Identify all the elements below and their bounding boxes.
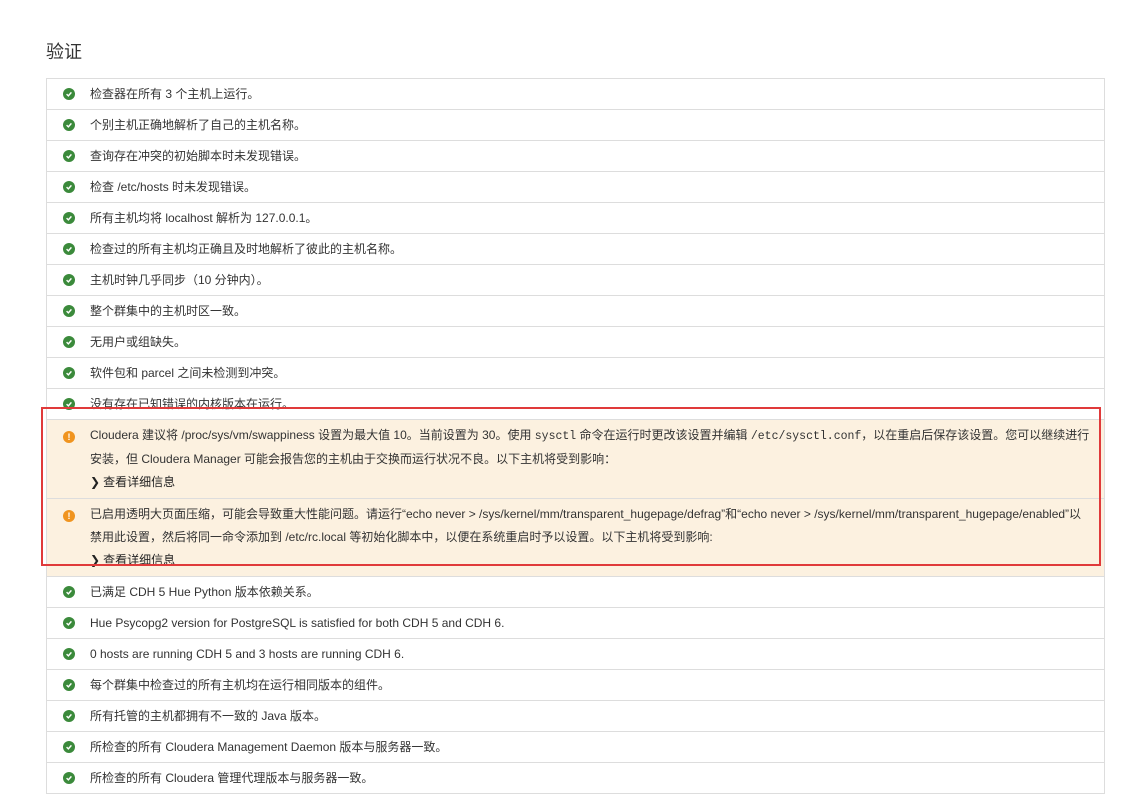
check-circle-icon	[63, 741, 75, 753]
check-row: 所有主机均将 localhost 解析为 127.0.0.1。	[47, 203, 1104, 234]
check-circle-icon	[63, 648, 75, 660]
validation-list: 检查器在所有 3 个主机上运行。 个别主机正确地解析了自己的主机名称。 查询存在…	[46, 78, 1105, 794]
check-circle-icon	[63, 586, 75, 598]
check-circle-icon	[63, 617, 75, 629]
check-circle-icon	[63, 305, 75, 317]
warning-icon: !	[63, 510, 75, 522]
check-circle-icon	[63, 772, 75, 784]
check-circle-icon	[63, 243, 75, 255]
check-row: 已满足 CDH 5 Hue Python 版本依赖关系。	[47, 577, 1104, 608]
check-circle-icon	[63, 181, 75, 193]
check-row: 整个群集中的主机时区一致。	[47, 296, 1104, 327]
check-circle-icon	[63, 274, 75, 286]
check-text: 所有主机均将 localhost 解析为 127.0.0.1。	[90, 211, 318, 225]
page-title: 验证	[46, 42, 82, 62]
check-row: 0 hosts are running CDH 5 and 3 hosts ar…	[47, 639, 1104, 670]
check-row: 个别主机正确地解析了自己的主机名称。	[47, 110, 1104, 141]
chevron-right-icon: ❯	[90, 553, 101, 567]
show-details-link[interactable]: ❯ 查看详细信息	[90, 549, 1090, 572]
check-circle-icon	[63, 150, 75, 162]
show-details-link[interactable]: ❯ 查看详细信息	[90, 471, 1090, 494]
check-text: 0 hosts are running CDH 5 and 3 hosts ar…	[90, 647, 405, 661]
check-row: 每个群集中检查过的所有主机均在运行相同版本的组件。	[47, 670, 1104, 701]
check-row: 检查 /etc/hosts 时未发现错误。	[47, 172, 1104, 203]
check-text: 检查过的所有主机均正确且及时地解析了彼此的主机名称。	[90, 242, 403, 256]
check-text: 整个群集中的主机时区一致。	[90, 304, 247, 318]
check-circle-icon	[63, 367, 75, 379]
check-text: 主机时钟几乎同步（10 分钟内）。	[90, 273, 269, 287]
check-row: 无用户或组缺失。	[47, 327, 1104, 358]
warning-row-swappiness: ! Cloudera 建议将 /proc/sys/vm/swappiness 设…	[47, 420, 1104, 499]
check-row: 检查器在所有 3 个主机上运行。	[47, 79, 1104, 110]
check-circle-icon	[63, 398, 75, 410]
check-text: 查询存在冲突的初始脚本时未发现错误。	[90, 149, 307, 163]
check-text: Hue Psycopg2 version for PostgreSQL is s…	[90, 616, 505, 630]
check-text: 检查 /etc/hosts 时未发现错误。	[90, 180, 257, 194]
check-row: 所有托管的主机都拥有不一致的 Java 版本。	[47, 701, 1104, 732]
check-row: 检查过的所有主机均正确且及时地解析了彼此的主机名称。	[47, 234, 1104, 265]
check-text: 软件包和 parcel 之间未检测到冲突。	[90, 366, 286, 380]
check-circle-icon	[63, 336, 75, 348]
check-circle-icon	[63, 679, 75, 691]
check-text: 检查器在所有 3 个主机上运行。	[90, 87, 260, 101]
check-row: 查询存在冲突的初始脚本时未发现错误。	[47, 141, 1104, 172]
check-row: 所检查的所有 Cloudera 管理代理版本与服务器一致。	[47, 763, 1104, 793]
check-row: 没有存在已知错误的内核版本在运行。	[47, 389, 1104, 420]
warning-row-hugepage: ! 已启用透明大页面压缩，可能会导致重大性能问题。请运行“echo never …	[47, 499, 1104, 577]
check-row: 软件包和 parcel 之间未检测到冲突。	[47, 358, 1104, 389]
check-text: 所检查的所有 Cloudera 管理代理版本与服务器一致。	[90, 771, 374, 785]
check-row: Hue Psycopg2 version for PostgreSQL is s…	[47, 608, 1104, 639]
check-circle-icon	[63, 710, 75, 722]
check-circle-icon	[63, 119, 75, 131]
check-text: 个别主机正确地解析了自己的主机名称。	[90, 118, 307, 132]
check-text: 每个群集中检查过的所有主机均在运行相同版本的组件。	[90, 678, 391, 692]
warning-text: 已启用透明大页面压缩，可能会导致重大性能问题。请运行“echo never > …	[47, 503, 1104, 572]
check-circle-icon	[63, 88, 75, 100]
check-text: 所检查的所有 Cloudera Management Daemon 版本与服务器…	[90, 740, 448, 754]
check-row: 主机时钟几乎同步（10 分钟内）。	[47, 265, 1104, 296]
check-text: 已满足 CDH 5 Hue Python 版本依赖关系。	[90, 585, 319, 599]
warning-text: Cloudera 建议将 /proc/sys/vm/swappiness 设置为…	[47, 424, 1104, 494]
warning-icon: !	[63, 431, 75, 443]
check-row: 所检查的所有 Cloudera Management Daemon 版本与服务器…	[47, 732, 1104, 763]
check-text: 没有存在已知错误的内核版本在运行。	[90, 397, 295, 411]
chevron-right-icon: ❯	[90, 475, 101, 489]
check-circle-icon	[63, 212, 75, 224]
check-text: 所有托管的主机都拥有不一致的 Java 版本。	[90, 709, 327, 723]
